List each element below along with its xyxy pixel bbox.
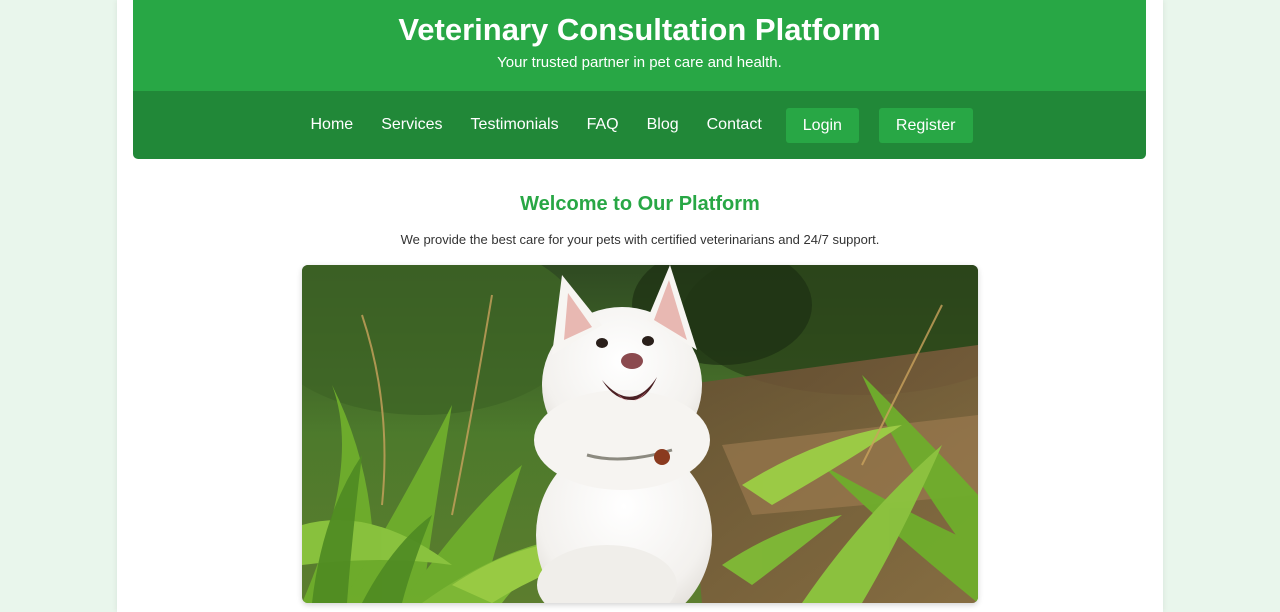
site-header: Veterinary Consultation Platform Your tr… xyxy=(133,0,1146,159)
register-button[interactable]: Register xyxy=(878,107,973,143)
nav-contact[interactable]: Contact xyxy=(707,116,762,134)
header-banner: Veterinary Consultation Platform Your tr… xyxy=(133,0,1146,91)
main-nav: Home Services Testimonials FAQ Blog Cont… xyxy=(133,91,1146,159)
nav-testimonials[interactable]: Testimonials xyxy=(471,116,559,134)
site-tagline: Your trusted partner in pet care and hea… xyxy=(497,54,782,71)
nav-home[interactable]: Home xyxy=(311,116,354,134)
page-container: Veterinary Consultation Platform Your tr… xyxy=(117,0,1163,612)
site-title: Veterinary Consultation Platform xyxy=(398,12,881,47)
welcome-section: Welcome to Our Platform We provide the b… xyxy=(117,190,1163,248)
welcome-text: We provide the best care for your pets w… xyxy=(400,232,880,247)
hero-image xyxy=(302,265,978,603)
welcome-title: Welcome to Our Platform xyxy=(520,193,760,215)
nav-services[interactable]: Services xyxy=(381,116,442,134)
login-button[interactable]: Login xyxy=(785,107,859,143)
dog-photo-icon xyxy=(302,265,978,603)
nav-blog[interactable]: Blog xyxy=(647,116,679,134)
nav-faq[interactable]: FAQ xyxy=(587,116,619,134)
